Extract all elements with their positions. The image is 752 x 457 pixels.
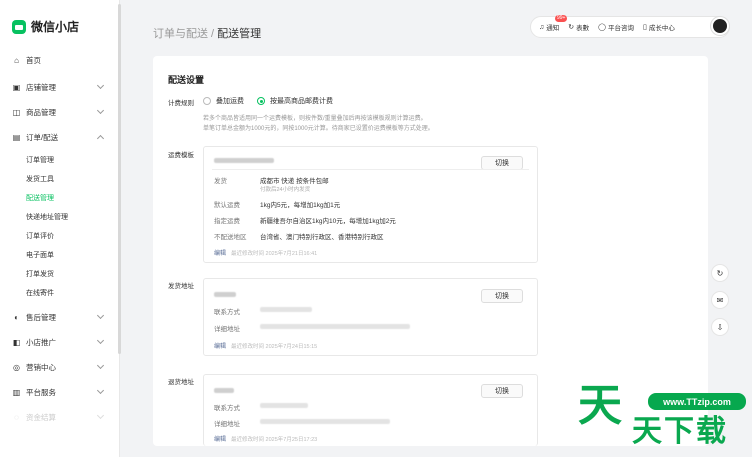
notify-button[interactable]: ♫ 通知 99+ [539,15,568,32]
sidebar-subitem-order-manage[interactable]: 订单管理 [0,150,119,169]
template-name [214,157,274,164]
order-icon: ▤ [12,133,21,142]
home-icon: ⌂ [14,56,19,65]
growth-button[interactable]: ▯ 成长中心 [643,22,675,32]
watermark-logo: 天 [578,381,622,430]
template-edit-link[interactable]: 编辑 [214,248,226,257]
chevron-down-icon [96,81,105,90]
return-address-name [214,387,234,394]
ship-address-edit-link[interactable]: 编辑 [214,341,226,350]
return-address-box: 切换 联系方式 详细地址 编辑 最近修改时间 2025年7月25日17:23 [203,374,538,446]
sidebar-subitem-ship-tools[interactable]: 发货工具 [0,169,119,188]
sidebar-subitem-online-send[interactable]: 在线寄件 [0,283,119,302]
ship-address-switch-button[interactable]: 切换 [481,289,523,303]
chevron-down-icon [96,311,105,320]
ship-address-box: 切换 联系方式 详细地址 编辑 最近修改时间 2025年7月24日15:15 [203,278,538,356]
shop-logo-icon [12,19,26,34]
sidebar-item-home[interactable]: ⌂ 首页 [0,48,119,73]
return-address-label: 退货地址 [168,379,194,386]
chevron-down-icon [96,361,105,370]
return-address-edit-link[interactable]: 编辑 [214,434,226,443]
chevron-down-icon [96,386,105,395]
watermark-text: 天下载 [632,415,728,448]
top-toolbar: ♫ 通知 99+ ↻ 表數 ◯ 平台咨询 ▯ 成长中心 [530,15,730,38]
page-title: 配送管理 [217,28,262,40]
chevron-up-icon [96,134,105,143]
sidebar-item-marketing[interactable]: ◎ 营销中心 [0,355,119,380]
template-label: 运费模板 [168,152,194,159]
radio-highest-fee[interactable]: 按最高商品邮费计费 [257,96,333,106]
headset-icon: ◐ [14,313,19,322]
download-icon[interactable]: ⇩ [711,318,729,336]
sidebar-subitem-delivery-manage[interactable]: 配送管理 [0,188,119,207]
delivery-settings-card: 配送设置 计费规则 叠加运费 按最高商品邮费计费 若多个商品皆适用同一个运费模板… [153,56,708,446]
promo-icon: ◧ [12,338,21,347]
sidebar-item-orders[interactable]: ▤ 订单/配送 [0,125,119,150]
breadcrumb-parent[interactable]: 订单与配送 [153,28,208,40]
radio-stack-fee[interactable]: 叠加运费 [203,96,244,106]
refresh-icon[interactable]: ↻ [711,264,729,282]
sidebar-item-after-sale[interactable]: ◐ 售后管理 [0,305,119,330]
template-switch-button[interactable]: 切换 [481,156,523,170]
briefcase-icon: ▥ [12,388,21,397]
bag-icon: ◫ [12,108,21,117]
notify-badge: 99+ [555,15,568,22]
brand[interactable]: 微信小店 [12,18,79,35]
sidebar-item-promo[interactable]: ◧ 小店推广 [0,330,119,355]
ship-address-label: 发货地址 [168,283,194,290]
chevron-down-icon [96,411,105,420]
message-icon[interactable]: ✉ [711,291,729,309]
sidebar-item-platform[interactable]: ▥ 平台服务 [0,380,119,405]
template-box: 切换 发货 成都市 快递 按条件包邮 付款后24小时内发货 默认运费 1kg内5… [203,146,538,263]
floating-tools: ↻ ✉ ⇩ [711,264,731,345]
funds-icon: ◌ [14,413,19,422]
table-button[interactable]: ↻ 表數 [568,22,589,32]
breadcrumb: 订单与配送 / 配送管理 [153,28,262,40]
brand-name: 微信小店 [31,20,80,34]
avatar[interactable] [711,17,729,35]
sidebar-subitem-express-address[interactable]: 快递地址管理 [0,207,119,226]
sidebar-subitem-e-waybill[interactable]: 电子面单 [0,245,119,264]
consult-button[interactable]: ◯ 平台咨询 [598,22,634,32]
sidebar-item-funds[interactable]: ◌ 资金结算 [0,405,119,430]
sidebar-nav: ⌂ 首页 ▣ 店铺管理 ◫ 商品管理 ▤ 订单/配送 订单管理 发货工具 配送管… [0,48,119,430]
ship-address-name [214,291,236,298]
sidebar-subitem-order-review[interactable]: 订单评价 [0,226,119,245]
book-icon: ▯ [642,24,647,31]
return-address-switch-button[interactable]: 切换 [481,384,523,398]
chevron-down-icon [96,106,105,115]
radio-circle [203,97,211,105]
chart-icon: ↻ [568,24,575,31]
section-title: 配送设置 [168,75,205,85]
sidebar-item-goods[interactable]: ◫ 商品管理 [0,100,119,125]
chat-icon: ◯ [598,24,606,31]
sidebar-scrollbar[interactable] [118,4,121,354]
chevron-down-icon [96,336,105,345]
billing-rule-label: 计费规则 [168,100,194,107]
marketing-icon: ◎ [13,363,20,372]
billing-hint-1: 若多个商品皆适用同一个运费模板，则按件数/重量叠加后再按该模板规则计算运费。 [203,116,427,122]
sidebar-item-shop[interactable]: ▣ 店铺管理 [0,75,119,100]
store-icon: ▣ [12,83,21,92]
watermark-url: www.TTzip.com [648,393,746,410]
radio-circle-checked [257,97,265,105]
bell-icon: ♫ [539,23,545,31]
sidebar: 微信小店 ⌂ 首页 ▣ 店铺管理 ◫ 商品管理 ▤ 订单/配送 订单管理 发货工… [0,0,121,457]
sidebar-subitem-print-ship[interactable]: 打单发货 [0,264,119,283]
billing-hint-2: 单笔订单总金额为1000元的，同按1000元计算。待商家已设置价运费模板等方式处… [203,126,434,132]
